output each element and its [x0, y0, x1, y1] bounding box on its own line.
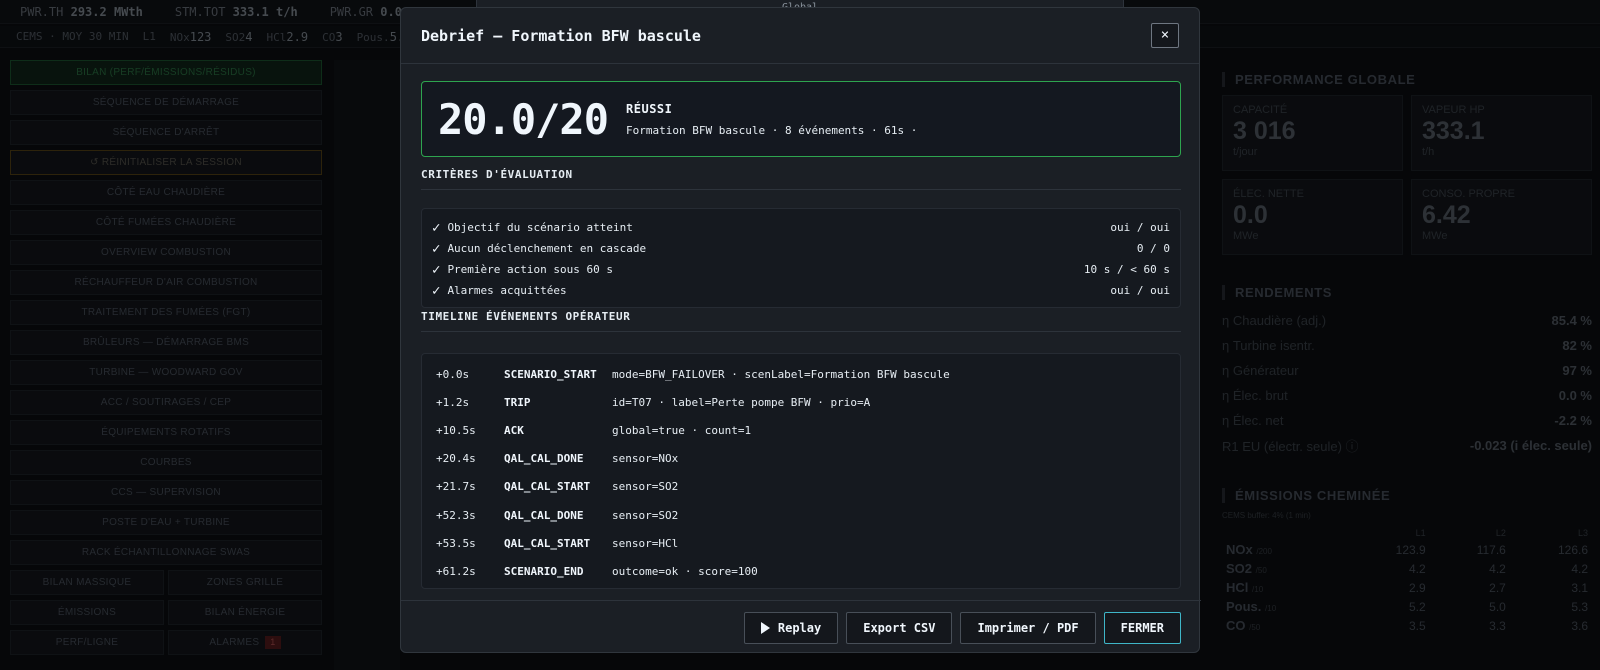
debrief-modal: Debrief — Formation BFW bascule × 20.0/2…	[400, 7, 1201, 654]
list-item: +20.4s QAL_CAL_DONE sensor=NOx	[436, 452, 679, 466]
close-icon[interactable]: ×	[1151, 23, 1179, 48]
replay-button[interactable]: Replay	[743, 611, 839, 644]
score-info: RÉUSSI Formation BFW bascule · 8 événeme…	[626, 102, 917, 137]
list-item: ✓ Objectif du scénario atteint oui / oui	[432, 219, 1170, 236]
list-item: +21.7s QAL_CAL_START sensor=SO2	[436, 480, 679, 494]
modal-footer: Replay Export CSV Imprimer / PDF FERMER	[401, 600, 1201, 654]
score-value: 20.0/20	[438, 94, 609, 144]
modal-title: Debrief — Formation BFW bascule	[421, 26, 701, 45]
list-item: +10.5s ACK global=true · count=1	[436, 423, 752, 437]
timeline-title: TIMELINE ÉVÉNEMENTS OPÉRATEUR	[421, 310, 1181, 332]
list-item: ✓ Alarmes acquittées oui / oui	[432, 282, 1170, 299]
criteria-list: ✓ Objectif du scénario atteint oui / oui ✓…	[421, 208, 1181, 308]
export-csv-button[interactable]: Export CSV	[846, 611, 953, 644]
list-item: ✓ Aucun déclenchement en cascade 0 / 0	[432, 240, 1170, 257]
list-item: +0.0s SCENARIO_START mode=BFW_FAILOVER · s…	[436, 367, 950, 381]
print-pdf-button[interactable]: Imprimer / PDF	[960, 611, 1096, 644]
close-button[interactable]: FERMER	[1103, 611, 1181, 644]
check-icon: ✓	[432, 282, 441, 299]
play-icon	[760, 621, 770, 634]
list-item: +53.5s QAL_CAL_START sensor=HCl	[436, 536, 679, 550]
check-icon: ✓	[432, 240, 441, 257]
timeline-list: +0.0s SCENARIO_START mode=BFW_FAILOVER · s…	[421, 353, 1181, 589]
check-icon: ✓	[432, 261, 441, 278]
list-item: +52.3s QAL_CAL_DONE sensor=SO2	[436, 508, 679, 522]
list-item: +1.2s TRIP id=T07 · label=Perte pompe BFW …	[436, 395, 871, 409]
status-badge: RÉUSSI	[626, 101, 673, 116]
modal-header: Debrief — Formation BFW bascule ×	[401, 8, 1199, 64]
list-item: ✓ Première action sous 60 s 10 s / < 60 s	[432, 261, 1170, 278]
score-summary: Formation BFW bascule · 8 événements · 6…	[626, 123, 918, 137]
list-item: +61.2s SCENARIO_END outcome=ok · score=100	[436, 564, 758, 578]
criteria-title: CRITÈRES D'ÉVALUATION	[421, 168, 1181, 190]
score-card: 20.0/20 RÉUSSI Formation BFW bascule · 8…	[421, 81, 1181, 157]
check-icon: ✓	[432, 219, 441, 236]
